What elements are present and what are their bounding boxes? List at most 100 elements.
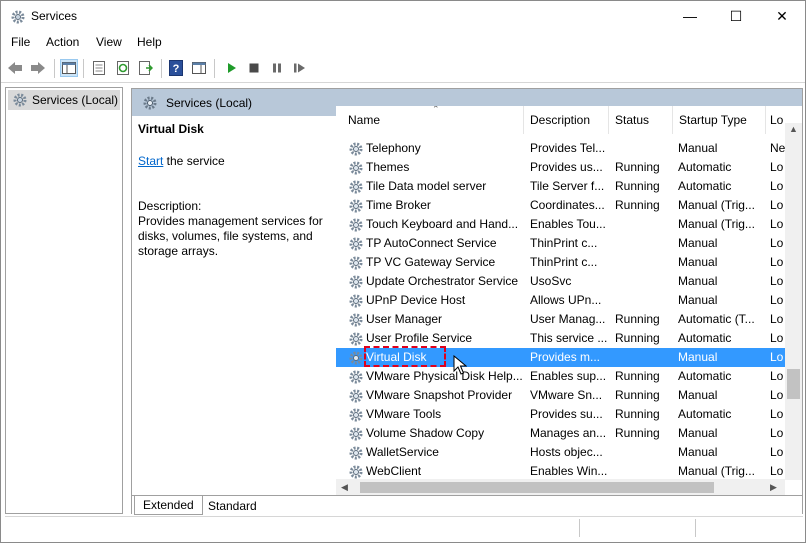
column-name-label: Name bbox=[348, 113, 381, 127]
svg-text:?: ? bbox=[173, 63, 180, 75]
service-description-cell: UsoSvc bbox=[530, 274, 572, 288]
service-description-cell: Enables Win... bbox=[530, 464, 608, 478]
service-startup-cell: Automatic bbox=[678, 160, 732, 174]
table-row[interactable]: UPnP Device Host Allows UPn... Manual Lo bbox=[336, 291, 786, 310]
table-row[interactable]: VMware Physical Disk Help... Enables sup.… bbox=[336, 367, 786, 386]
service-description-cell: ThinPrint c... bbox=[530, 236, 598, 250]
service-status-cell bbox=[615, 215, 673, 234]
table-row[interactable]: Telephony Provides Tel... Manual Ne bbox=[336, 139, 786, 158]
back-icon[interactable] bbox=[6, 59, 24, 77]
column-startup-type[interactable]: Startup Type bbox=[673, 106, 766, 134]
menu-file[interactable]: File bbox=[11, 35, 30, 49]
table-row[interactable]: VMware Snapshot Provider VMware Sn... Runn… bbox=[336, 386, 786, 405]
service-gear-icon bbox=[348, 255, 364, 271]
horizontal-scrollbar[interactable]: ◀ ▶ bbox=[336, 479, 785, 496]
service-startup-cell: Manual (Trig... bbox=[678, 217, 755, 231]
table-row[interactable]: Themes Provides us... Running Automatic Lo bbox=[336, 158, 786, 177]
scroll-up-icon[interactable]: ▲ bbox=[789, 124, 798, 134]
vertical-scroll-thumb[interactable] bbox=[787, 369, 800, 399]
stop-service-icon[interactable] bbox=[245, 59, 263, 77]
service-gear-icon bbox=[348, 445, 364, 461]
service-gear-icon bbox=[348, 198, 364, 214]
service-logon-cell: Lo bbox=[770, 331, 784, 345]
service-description-cell: Enables sup... bbox=[530, 369, 607, 383]
service-gear-icon bbox=[348, 388, 364, 404]
services-rows: Telephony Provides Tel... Manual Ne Themes Pr… bbox=[336, 139, 786, 480]
service-logon-cell: Lo bbox=[770, 407, 784, 421]
service-startup-cell: Automatic bbox=[678, 179, 732, 193]
table-row[interactable]: Tile Data model server Tile Server f... Ru… bbox=[336, 177, 786, 196]
menu-view[interactable]: View bbox=[96, 35, 122, 49]
refresh-icon[interactable] bbox=[114, 59, 132, 77]
column-description[interactable]: Description bbox=[524, 106, 609, 134]
service-logon-cell: Lo bbox=[770, 388, 784, 402]
tab-standard[interactable]: Standard bbox=[200, 496, 265, 515]
table-row[interactable]: Touch Keyboard and Hand... Enables Tou...… bbox=[336, 215, 786, 234]
start-line: Start the service bbox=[138, 154, 225, 168]
menu-action[interactable]: Action bbox=[46, 35, 79, 49]
maximize-button[interactable]: ☐ bbox=[713, 1, 759, 31]
service-logon-cell: Lo bbox=[770, 217, 784, 231]
service-name-cell: Themes bbox=[366, 160, 410, 174]
service-status-cell bbox=[615, 234, 673, 253]
service-description-cell: Enables Tou... bbox=[530, 217, 606, 231]
service-gear-icon bbox=[348, 293, 364, 309]
tab-extended[interactable]: Extended bbox=[134, 496, 203, 515]
vertical-scrollbar[interactable]: ▲ bbox=[785, 123, 802, 480]
close-button[interactable]: ✕ bbox=[759, 1, 805, 31]
column-name[interactable]: ⌃ Name bbox=[336, 106, 524, 134]
minimize-button[interactable]: — bbox=[667, 1, 713, 31]
export-list-icon[interactable] bbox=[137, 59, 155, 77]
column-description-label: Description bbox=[530, 113, 591, 127]
service-logon-cell: Lo bbox=[770, 255, 784, 269]
horizontal-scroll-thumb[interactable] bbox=[360, 482, 714, 493]
service-status-cell: Running bbox=[615, 407, 660, 421]
service-status-cell bbox=[615, 253, 673, 272]
services-list: ⌃ Name Description Status Startup Type Lo… bbox=[336, 106, 802, 480]
service-startup-cell: Automatic bbox=[678, 331, 732, 345]
menu-help[interactable]: Help bbox=[137, 35, 162, 49]
table-row[interactable]: Virtual Disk Provides m... Manual Lo bbox=[336, 346, 786, 367]
table-row[interactable]: WebClient Enables Win... Manual (Trig... Lo bbox=[336, 462, 786, 480]
service-name-cell: Touch Keyboard and Hand... bbox=[366, 217, 519, 231]
table-row[interactable]: VMware Tools Provides su... Running Automat… bbox=[336, 405, 786, 424]
service-gear-icon bbox=[348, 274, 364, 290]
service-status-cell: Running bbox=[615, 331, 660, 345]
service-name-cell: Tile Data model server bbox=[366, 179, 487, 193]
help-icon[interactable]: ? bbox=[167, 59, 185, 77]
scroll-left-icon[interactable]: ◀ bbox=[341, 482, 348, 493]
properties-icon[interactable] bbox=[90, 59, 108, 77]
service-logon-cell: Lo bbox=[770, 312, 784, 326]
service-name-cell: UPnP Device Host bbox=[366, 293, 466, 307]
service-status-cell: Running bbox=[615, 160, 660, 174]
service-status-cell bbox=[615, 348, 673, 367]
start-service-icon[interactable] bbox=[222, 59, 240, 77]
pause-service-icon[interactable] bbox=[268, 59, 286, 77]
service-startup-cell: Automatic (T... bbox=[678, 312, 755, 326]
table-row[interactable]: WalletService Hosts objec... Manual Lo bbox=[336, 443, 786, 462]
column-status[interactable]: Status bbox=[609, 106, 673, 134]
forward-icon[interactable] bbox=[29, 59, 47, 77]
table-row[interactable]: User Manager User Manag... Running Automati… bbox=[336, 310, 786, 329]
tree-item-services-local[interactable]: Services (Local) bbox=[8, 90, 120, 110]
table-row[interactable]: Update Orchestrator Service UsoSvc Manual L… bbox=[336, 272, 786, 291]
start-service-link[interactable]: Start bbox=[138, 154, 163, 168]
table-row[interactable]: TP AutoConnect Service ThinPrint c... Manu… bbox=[336, 234, 786, 253]
service-name-cell: Volume Shadow Copy bbox=[366, 426, 485, 440]
show-action-pane-icon[interactable] bbox=[190, 59, 208, 77]
service-name-cell: TP AutoConnect Service bbox=[366, 236, 497, 250]
service-gear-icon bbox=[348, 312, 364, 328]
table-row[interactable]: Volume Shadow Copy Manages an... Running Ma… bbox=[336, 424, 786, 443]
service-startup-cell: Manual bbox=[678, 388, 718, 402]
scroll-right-icon[interactable]: ▶ bbox=[770, 482, 777, 493]
service-status-cell bbox=[615, 443, 673, 462]
restart-service-icon[interactable] bbox=[291, 59, 309, 77]
service-status-cell: Running bbox=[615, 198, 660, 212]
show-hide-console-tree-icon[interactable] bbox=[60, 59, 78, 77]
table-row[interactable]: TP VC Gateway Service ThinPrint c... Manua… bbox=[336, 253, 786, 272]
service-name-cell: Update Orchestrator Service bbox=[366, 274, 519, 288]
service-startup-cell: Manual bbox=[678, 255, 718, 269]
table-row[interactable]: Time Broker Coordinates... Running Manual (… bbox=[336, 196, 786, 215]
mouse-cursor-icon bbox=[453, 355, 467, 375]
service-gear-icon bbox=[348, 331, 364, 347]
